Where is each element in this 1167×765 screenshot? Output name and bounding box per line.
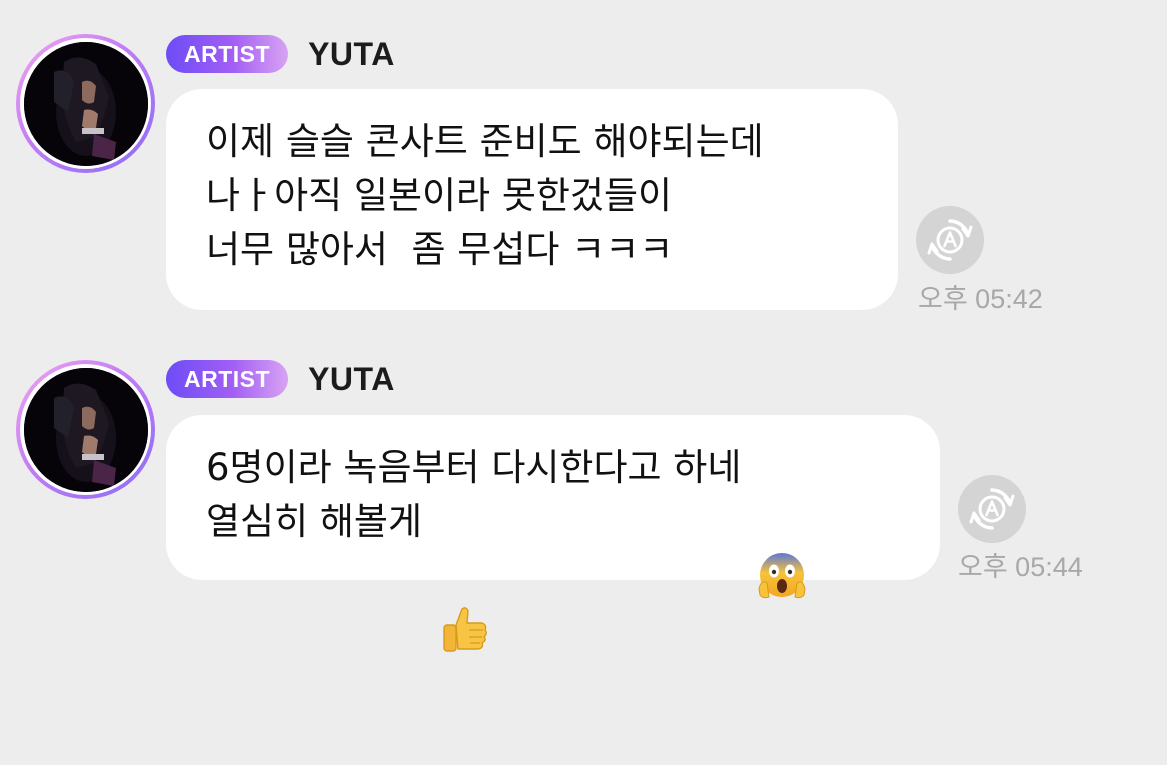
translate-icon <box>969 488 1015 530</box>
sender-name: YUTA <box>308 360 395 397</box>
message-bubble[interactable]: 6명이라 녹음부터 다시한다고 하네 열심히 해볼게 <box>166 415 940 652</box>
message-text-line: 6명이라 녹음부터 다시한다고 하네 <box>206 441 900 599</box>
face-screaming-in-fear-emoji <box>755 441 809 599</box>
translate-button[interactable] <box>958 475 1026 543</box>
chat-message: ARTIST YUTA 6명이라 녹음부터 다시한다고 하네 열심히 해볼게 오… <box>0 0 1167 652</box>
thumbs-up-emoji <box>436 495 490 652</box>
message-text: 열심히 해볼게 <box>206 500 423 543</box>
avatar[interactable] <box>16 360 155 499</box>
message-time: 오후 05:44 <box>958 552 1083 582</box>
sender-row: ARTIST YUTA <box>166 358 395 400</box>
avatar-image <box>23 367 148 492</box>
artist-badge: ARTIST <box>166 360 289 398</box>
message-text: 6명이라 녹음부터 다시한다고 하네 <box>206 446 742 489</box>
